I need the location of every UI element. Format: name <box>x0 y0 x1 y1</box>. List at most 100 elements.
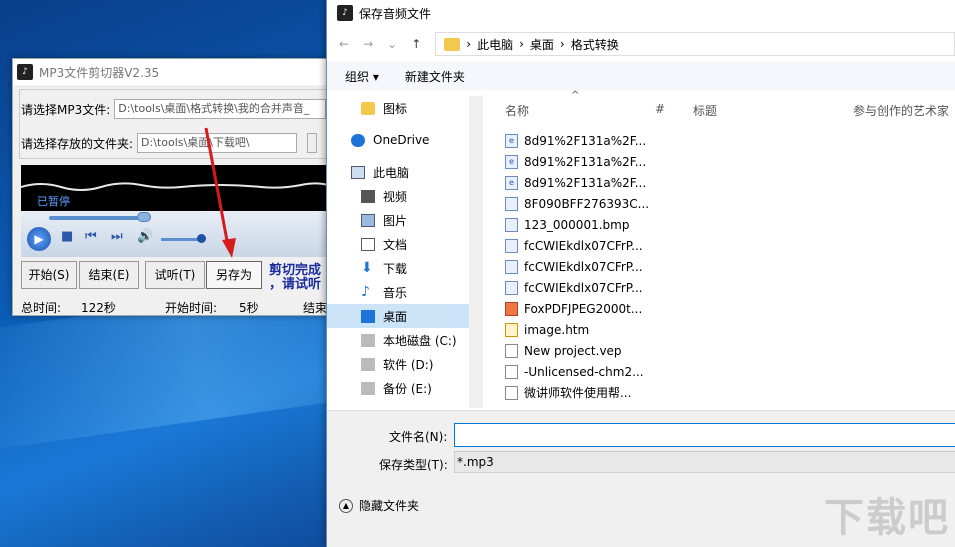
pdf-file-icon <box>505 385 518 400</box>
image-file-icon <box>505 217 518 232</box>
column-artist[interactable]: 参与创作的艺术家 <box>853 102 949 119</box>
nav-item-disk-c[interactable]: 本地磁盘 (C:) <box>327 328 482 352</box>
crumb-sep-icon: › <box>559 37 565 51</box>
filename-input[interactable] <box>454 423 955 447</box>
save-as-button[interactable]: 另存为 <box>206 261 262 289</box>
nav-pane: 图标 OneDrive 此电脑 视频 图片 文档 ⬇ 下载 ♪ 音乐 桌面 本地磁盘… <box>327 94 483 410</box>
notice-line-2: ，请试听 <box>269 277 322 292</box>
up-arrow-icon[interactable]: ↑ <box>411 37 421 51</box>
nav-item-music[interactable]: ♪ 音乐 <box>327 280 482 304</box>
folder-icon <box>361 101 375 115</box>
file-row[interactable]: fcCWIEkdlx07CFrP... <box>505 256 643 277</box>
app-icon: ♪ <box>17 64 33 80</box>
file-row[interactable]: 123_000001.bmp <box>505 214 629 235</box>
listen-button[interactable]: 试听(T) <box>145 261 205 289</box>
mp3-file-label: 请选择MP3文件: <box>21 102 111 117</box>
image-file-icon <box>505 259 518 274</box>
dialog-bottom-panel: 文件名(N): 保存类型(T): *.mp3 ▲ 隐藏文件夹 下载吧 <box>327 410 955 547</box>
back-arrow-icon[interactable]: ← <box>339 37 349 51</box>
sort-up-icon: ^ <box>571 90 580 101</box>
drive-icon <box>361 381 375 395</box>
filetype-select[interactable]: *.mp3 <box>454 451 955 473</box>
nav-item-icons[interactable]: 图标 <box>327 96 482 120</box>
nav-scrollbar[interactable] <box>469 96 483 408</box>
file-name: 微讲师软件使用帮... <box>524 386 632 400</box>
forward-arrow-icon[interactable]: → <box>363 37 373 51</box>
file-icon <box>505 196 518 211</box>
waveform-display: 已暂停 <box>21 165 333 211</box>
play-icon[interactable]: ▶ <box>27 227 51 251</box>
crumb-desktop[interactable]: 桌面 <box>530 36 554 53</box>
file-row[interactable]: New project.vep <box>505 340 622 361</box>
recent-chevron-icon[interactable]: ⌄ <box>387 37 397 51</box>
hide-folders-toggle[interactable]: ▲ 隐藏文件夹 <box>339 497 419 514</box>
file-name: fcCWIEkdlx07CFrP... <box>524 259 643 274</box>
blank-file-icon <box>505 343 518 358</box>
nav-item-downloads[interactable]: ⬇ 下载 <box>327 256 482 280</box>
file-row[interactable]: 微讲师软件使用帮... <box>505 382 631 403</box>
crumb-format[interactable]: 格式转换 <box>571 36 619 53</box>
nav-label: 软件 (D:) <box>383 357 434 372</box>
picture-icon <box>361 213 375 227</box>
collapse-icon: ▲ <box>339 498 353 513</box>
nav-item-disk-e[interactable]: 备份 (E:) <box>327 376 482 400</box>
column-title[interactable]: 标题 <box>693 102 717 119</box>
nav-item-this-pc[interactable]: 此电脑 <box>327 160 482 184</box>
download-icon: ⬇ <box>361 259 373 276</box>
file-row[interactable]: FoxPDFJPEG2000t... <box>505 298 642 319</box>
next-icon[interactable]: ⏭ <box>111 229 123 244</box>
nav-item-onedrive[interactable]: OneDrive <box>327 128 482 152</box>
nav-item-videos[interactable]: 视频 <box>327 184 482 208</box>
breadcrumb[interactable]: › 此电脑 › 桌面 › 格式转换 <box>435 32 955 56</box>
file-row[interactable]: fcCWIEkdlx07CFrP... <box>505 277 643 298</box>
nav-item-pictures[interactable]: 图片 <box>327 208 482 232</box>
crumb-this-pc[interactable]: 此电脑 <box>477 36 513 53</box>
stop-icon[interactable]: ■ <box>61 229 73 244</box>
folder-path[interactable]: D:\tools\桌面\下载吧\ <box>137 133 298 153</box>
file-row[interactable]: -Unlicensed-chm2... <box>505 361 644 382</box>
organize-button[interactable]: 组织 ▾ <box>345 68 379 85</box>
nav-item-documents[interactable]: 文档 <box>327 232 482 256</box>
file-row[interactable]: fcCWIEkdlx07CFrP... <box>505 235 643 256</box>
volume-thumb[interactable] <box>197 234 206 243</box>
end-button[interactable]: 结束(E) <box>79 261 139 289</box>
crumb-sep-icon: › <box>466 37 472 51</box>
file-row[interactable]: e 8d91%2F131a%2F... <box>505 172 646 193</box>
nav-item-desktop[interactable]: 桌面 <box>327 304 482 328</box>
nav-label: OneDrive <box>373 133 430 147</box>
file-row[interactable]: image.htm <box>505 319 589 340</box>
image-file-icon <box>505 280 518 295</box>
folder-label: 请选择存放的文件夹: <box>21 136 134 151</box>
seek-thumb[interactable] <box>137 212 151 222</box>
file-row[interactable]: e 8d91%2F131a%2F... <box>505 151 646 172</box>
computer-icon <box>351 165 365 179</box>
navigation-bar: ← → ⌄ ↑ › 此电脑 › 桌面 › 格式转换 <box>327 26 955 62</box>
volume-icon[interactable]: 🔊 <box>137 229 153 244</box>
file-row[interactable]: 8F090BFF276393C... <box>505 193 649 214</box>
cloud-icon <box>351 133 365 147</box>
save-audio-dialog: ♪ 保存音频文件 ← → ⌄ ↑ › 此电脑 › 桌面 › 格式转换 组织 ▾ … <box>326 0 955 547</box>
mp3-file-path[interactable]: D:\tools\桌面\格式转换\我的合并声音_ <box>114 99 327 119</box>
new-folder-button[interactable]: 新建文件夹 <box>405 68 465 85</box>
column-name[interactable]: 名称 <box>505 102 529 119</box>
prev-icon[interactable]: ⏮ <box>85 229 97 244</box>
total-time-label: 总时间: <box>21 301 62 315</box>
browse-folder-button[interactable] <box>307 133 318 153</box>
nav-label: 视频 <box>383 189 408 204</box>
file-name: 8d91%2F131a%2F... <box>524 133 647 148</box>
column-number[interactable]: # <box>655 102 665 116</box>
nav-label: 此电脑 <box>373 165 410 180</box>
nav-label: 音乐 <box>383 285 408 300</box>
folder-row: 请选择存放的文件夹: D:\tools\桌面\下载吧\ <box>21 133 318 153</box>
file-name: 8d91%2F131a%2F... <box>524 154 647 169</box>
music-icon: ♪ <box>361 283 370 300</box>
total-time-value: 122秒 <box>81 301 116 315</box>
file-row[interactable]: e 8d91%2F131a%2F... <box>505 130 646 151</box>
start-button[interactable]: 开始(S) <box>21 261 77 289</box>
file-name: 123_000001.bmp <box>524 217 630 232</box>
image-file-icon <box>505 238 518 253</box>
wave-status: 已暂停 <box>37 195 70 208</box>
nav-item-disk-d[interactable]: 软件 (D:) <box>327 352 482 376</box>
seek-bar[interactable] <box>49 216 145 220</box>
mp3-title-bar: ♪ MP3文件剪切器V2.35 <box>13 59 341 85</box>
